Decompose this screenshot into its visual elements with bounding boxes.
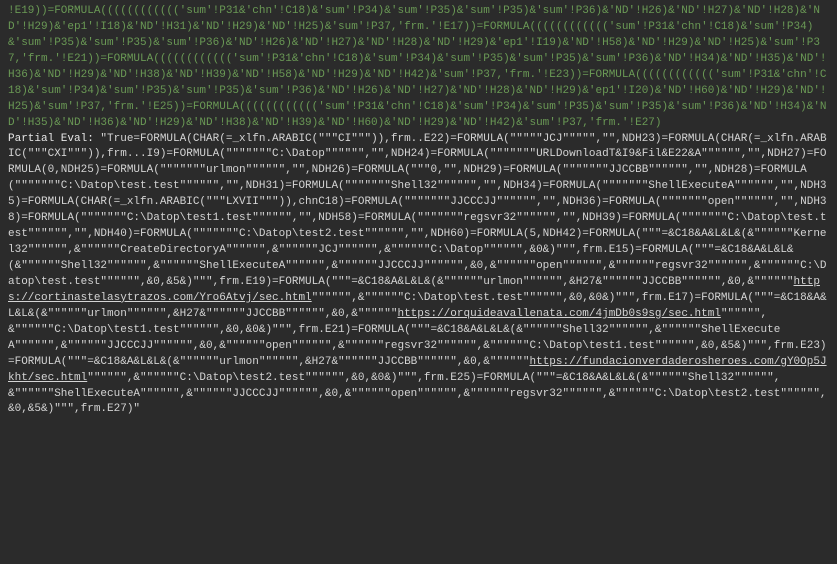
partial-eval-seg4: """""",&""""""C:\Datop\test2.test"""""",… [8, 372, 827, 416]
code-output-panel: !E19))=FORMULA(((((((((((('sum'!P31&'chn… [8, 4, 829, 418]
formula-expression-text: !E19))=FORMULA(((((((((((('sum'!P31&'chn… [8, 5, 827, 129]
partial-eval-seg1: "True=FORMULA(CHAR(=_xlfn.ARABIC("""CI""… [8, 133, 827, 288]
url-link-2[interactable]: https://orquideavallenata.com/4jmDb0s9sg… [397, 308, 720, 320]
partial-eval-label: Partial Eval: [8, 133, 100, 145]
